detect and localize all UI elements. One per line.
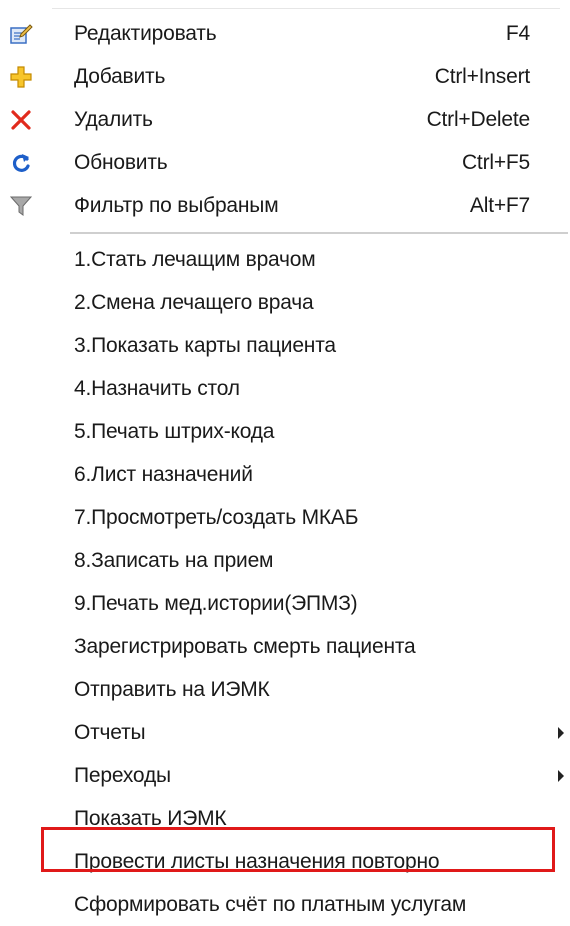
menu-item-add[interactable]: Добавить Ctrl+Insert: [0, 55, 570, 98]
menu-item-become-attending-doctor[interactable]: 1.Стать лечащим врачом: [0, 238, 570, 281]
menu-item-label: 5.Печать штрих-кода: [74, 419, 275, 443]
menu-item-shortcut: Ctrl+Insert: [434, 64, 530, 88]
menu-item-print-barcode[interactable]: 5.Печать штрих-кода: [0, 410, 570, 453]
refresh-icon: [8, 150, 34, 176]
menu-item-label: 7.Просмотреть/создать МКАБ: [74, 505, 359, 529]
menu-item-send-to-iemk[interactable]: Отправить на ИЭМК: [0, 668, 570, 711]
menu-item-prescription-sheet[interactable]: 6.Лист назначений: [0, 453, 570, 496]
menu-item-label: Отправить на ИЭМК: [74, 677, 270, 701]
menu-item-label: 4.Назначить стол: [74, 376, 240, 400]
filter-icon: [8, 193, 34, 219]
menu-item-label: Зарегистрировать смерть пациента: [74, 634, 416, 658]
menu-item-label: Сформировать счёт по платным услугам: [74, 892, 467, 916]
menu-item-label: Фильтр по выбраным: [74, 193, 279, 217]
menu-item-label: Добавить: [74, 64, 166, 88]
menu-item-edit[interactable]: Редактировать F4: [0, 12, 570, 55]
menu-item-refresh[interactable]: Обновить Ctrl+F5: [0, 141, 570, 184]
menu-separator: [70, 232, 568, 234]
menu-item-create-paid-services-invoice[interactable]: Сформировать счёт по платным услугам: [0, 883, 570, 926]
menu-item-label: Редактировать: [74, 21, 217, 45]
menu-item-view-create-mkab[interactable]: 7.Просмотреть/создать МКАБ: [0, 496, 570, 539]
submenu-arrow-icon: [558, 726, 564, 739]
menu-item-shortcut: Alt+F7: [469, 193, 530, 217]
add-icon: [8, 64, 34, 90]
menu-item-label: Обновить: [74, 150, 168, 174]
menu-item-label: 8.Записать на прием: [74, 548, 274, 572]
menu-item-change-attending-doctor[interactable]: 2.Смена лечащего врача: [0, 281, 570, 324]
menu-item-reports[interactable]: Отчеты: [0, 711, 570, 754]
menu-top-border: [0, 8, 560, 9]
menu-item-label: 6.Лист назначений: [74, 462, 253, 486]
menu-item-assign-table[interactable]: 4.Назначить стол: [0, 367, 570, 410]
menu-item-shortcut: Ctrl+F5: [461, 150, 530, 174]
menu-item-label: Отчеты: [74, 720, 146, 744]
menu-item-label: Удалить: [74, 107, 153, 131]
menu-item-filter[interactable]: Фильтр по выбраным Alt+F7: [0, 184, 570, 227]
delete-icon: [8, 107, 34, 133]
menu-item-register-patient-death[interactable]: Зарегистрировать смерть пациента: [0, 625, 570, 668]
menu-item-delete[interactable]: Удалить Ctrl+Delete: [0, 98, 570, 141]
highlight-box: [41, 827, 555, 872]
menu-item-shortcut: F4: [505, 21, 530, 45]
menu-item-print-medical-history[interactable]: 9.Печать мед.истории(ЭПМЗ): [0, 582, 570, 625]
submenu-arrow-icon: [558, 769, 564, 782]
menu-item-shortcut: Ctrl+Delete: [426, 107, 531, 131]
menu-item-label: 1.Стать лечащим врачом: [74, 247, 316, 271]
menu-item-label: 2.Смена лечащего врача: [74, 290, 314, 314]
context-menu: Редактировать F4 Добавить Ctrl+Insert Уд…: [0, 0, 570, 916]
menu-item-show-patient-cards[interactable]: 3.Показать карты пациента: [0, 324, 570, 367]
menu-item-label: Переходы: [74, 763, 171, 787]
menu-item-label: 3.Показать карты пациента: [74, 333, 336, 357]
menu-item-transitions[interactable]: Переходы: [0, 754, 570, 797]
edit-icon: [8, 21, 34, 47]
menu-item-book-appointment[interactable]: 8.Записать на прием: [0, 539, 570, 582]
menu-item-label: 9.Печать мед.истории(ЭПМЗ): [74, 591, 358, 615]
